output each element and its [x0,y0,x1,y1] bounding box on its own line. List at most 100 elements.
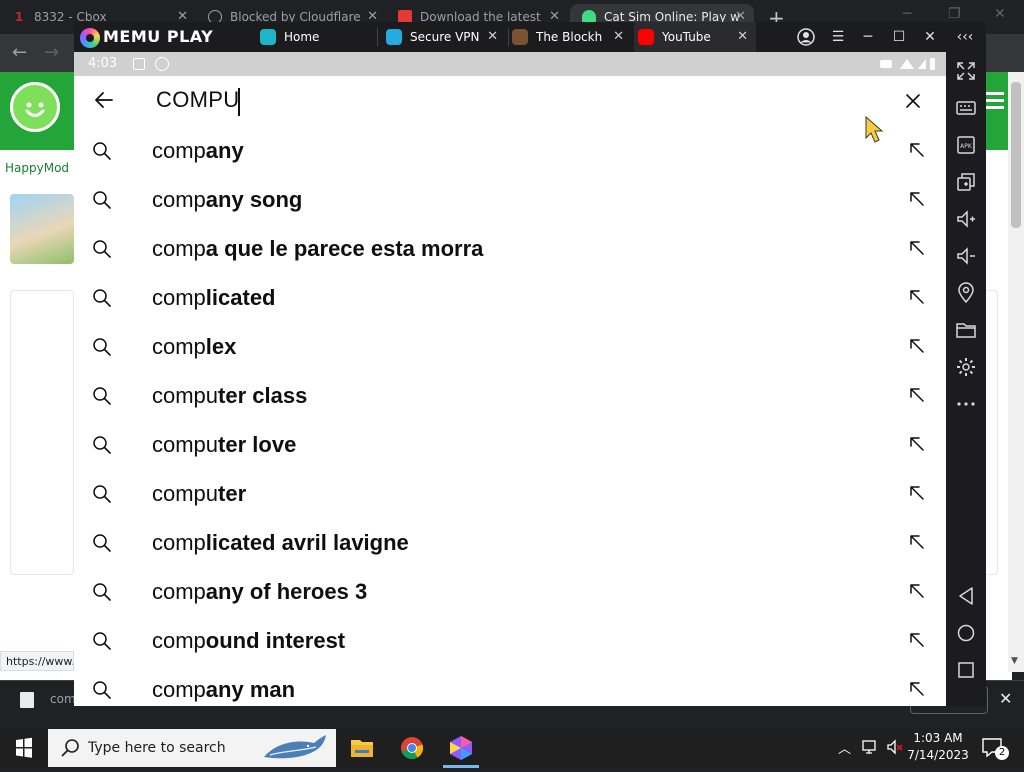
fill-query-arrow-icon[interactable] [908,680,926,698]
memu-brand: MEMU PLAY [103,27,214,46]
tray-overflow-chevron-icon[interactable]: ︿ [838,738,851,757]
memu-maximize-icon[interactable]: ☐ [884,22,914,52]
download-file-name[interactable]: com [50,692,76,706]
search-icon [93,583,111,601]
collapse-sidebar-icon[interactable]: ‹‹‹ [950,22,980,52]
status-url-bubble: https://www. [0,651,74,671]
taskbar-chrome[interactable] [388,728,436,768]
fill-query-arrow-icon[interactable] [908,288,926,306]
memu-tab-youtube[interactable]: YouTube ✕ [634,22,756,52]
android-recents-icon[interactable] [955,659,977,681]
browser-back-icon[interactable]: ← [12,42,27,63]
hamburger-menu-icon[interactable] [984,92,1004,110]
suggestion-typed-part: comp [152,530,206,555]
memu-menu-icon[interactable]: ☰ [823,22,853,52]
fullscreen-icon[interactable] [955,60,977,82]
fill-query-arrow-icon[interactable] [908,239,926,257]
suggestion-text: company man [152,677,295,703]
fill-query-arrow-icon[interactable] [908,435,926,453]
content-card [10,290,74,575]
fill-query-arrow-icon[interactable] [908,141,926,159]
taskbar-search-placeholder: Type here to search [88,740,226,756]
clear-search-icon[interactable] [903,91,923,111]
location-icon[interactable] [955,282,977,304]
browser-forward-icon[interactable]: → [44,42,59,63]
fill-query-arrow-icon[interactable] [908,337,926,355]
file-explorer-icon [351,740,373,757]
notification-count-badge: 2 [995,746,1009,760]
memu-tab-label: YouTube [662,30,711,44]
site-breadcrumb[interactable]: HappyMod : [5,161,77,175]
tab-close-icon[interactable]: ✕ [487,22,498,52]
fill-query-arrow-icon[interactable] [908,533,926,551]
windows-start-icon[interactable] [0,728,48,768]
memu-tab-label: The Blockh [536,30,603,44]
apk-install-icon[interactable]: APK [955,134,977,156]
memu-tab-label: Secure VPN [410,30,480,44]
search-suggestion[interactable]: company [74,127,946,176]
window-close-icon[interactable]: ✕ [994,6,1006,22]
tab-close-icon[interactable]: ✕ [737,22,748,52]
suggestion-completion: ter [218,481,247,506]
chrome-icon [401,737,424,760]
back-arrow-icon[interactable] [92,88,116,112]
suggestion-completion: ter love [218,432,297,457]
window-minimize-icon[interactable]: ─ [903,6,911,22]
search-suggestion[interactable]: computer [74,470,946,519]
file-icon [20,692,34,708]
memu-close-icon[interactable]: ✕ [915,22,945,52]
window-maximize-icon[interactable]: ❐ [948,6,961,22]
volume-up-icon[interactable] [955,208,977,230]
suggestion-text: complicated avril lavigne [152,530,409,556]
search-suggestion[interactable]: complex [74,323,946,372]
fill-query-arrow-icon[interactable] [908,386,926,404]
clock-date[interactable]: 7/14/2023 [905,748,971,762]
search-suggestion[interactable]: complicated [74,274,946,323]
download-bar-close-icon[interactable]: ✕ [999,689,1012,708]
search-suggestion[interactable]: company song [74,176,946,225]
memu-tab-vpn[interactable]: Secure VPN ✕ [382,22,506,52]
notification-icon [155,57,169,71]
account-icon[interactable] [791,22,821,52]
game-thumbnail[interactable] [10,194,74,264]
clock-time[interactable]: 1:03 AM [905,731,971,745]
android-back-icon[interactable] [955,585,977,607]
multi-instance-icon[interactable] [955,171,977,193]
search-suggestion[interactable]: company of heroes 3 [74,568,946,617]
settings-gear-icon[interactable] [955,356,977,378]
more-options-icon[interactable] [955,393,977,415]
taskbar-memu[interactable] [437,728,485,768]
search-suggestion[interactable]: compa que le parece esta morra [74,225,946,274]
memu-minimize-icon[interactable]: ─ [853,22,883,52]
taskbar-file-explorer[interactable] [338,728,386,768]
search-suggestion[interactable]: complicated avril lavigne [74,519,946,568]
tab-close-icon[interactable]: ✕ [613,22,624,52]
search-icon [93,191,111,209]
folder-icon[interactable] [955,319,977,341]
search-suggestion[interactable]: computer class [74,372,946,421]
android-home-icon[interactable] [955,622,977,644]
search-suggestion[interactable]: computer love [74,421,946,470]
memu-tab-blockheads[interactable]: The Blockh ✕ [508,22,632,52]
scroll-down-arrow-icon[interactable]: ▼ [1011,656,1018,666]
suggestion-text: compa que le parece esta morra [152,236,483,262]
memu-tab-home[interactable]: Home [256,22,376,52]
search-icon [93,681,111,699]
page-scrollbar-thumb[interactable] [1011,82,1021,228]
suggestion-completion: lex [205,334,237,359]
fill-query-arrow-icon[interactable] [908,484,926,502]
fill-query-arrow-icon[interactable] [908,582,926,600]
search-suggestion[interactable]: company man [74,666,946,715]
volume-muted-icon[interactable] [886,738,904,756]
search-icon [93,142,111,160]
suggestion-completion: any song [205,187,303,212]
fill-query-arrow-icon[interactable] [908,631,926,649]
search-input[interactable]: COMPU [156,87,239,113]
search-suggestion[interactable]: compound interest [74,617,946,666]
network-icon[interactable] [862,738,880,756]
memu-logo-icon [80,28,100,48]
keyboard-icon[interactable] [955,97,977,119]
volume-down-icon[interactable] [955,245,977,267]
suggestion-text: compound interest [152,628,345,654]
fill-query-arrow-icon[interactable] [908,190,926,208]
